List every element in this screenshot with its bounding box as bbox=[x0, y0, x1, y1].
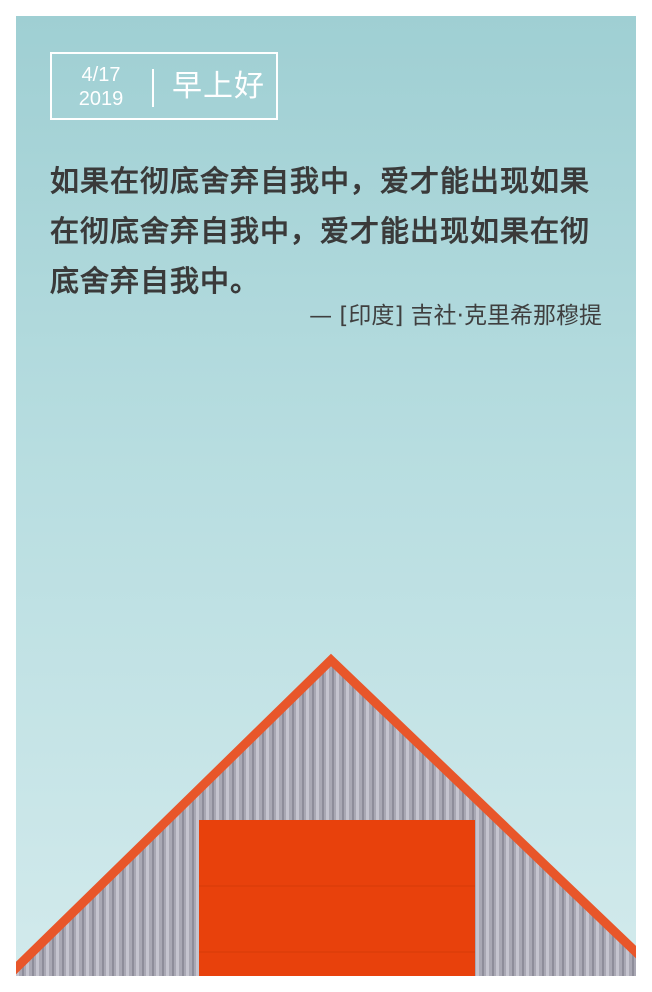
quote-attribution: — [印度] 吉社·克里希那穆提 bbox=[309, 303, 602, 329]
date-badge: 4/17 2019 早上好 bbox=[50, 52, 278, 120]
date-month-day: 4/17 bbox=[81, 64, 121, 86]
roof-illustration bbox=[16, 653, 636, 976]
date-year: 2019 bbox=[78, 88, 124, 110]
quote-card: 4/17 2019 早上好 如果在彻底舍弃自我中，爱才能出现如果在彻底舍弃自我中… bbox=[16, 16, 636, 976]
greeting-text: 早上好 bbox=[172, 69, 265, 104]
date-divider bbox=[152, 69, 154, 107]
orange-door-panel bbox=[199, 820, 475, 976]
quote-text: 如果在彻底舍弃自我中，爱才能出现如果在彻底舍弃自我中，爱才能出现如果在彻底舍弃自… bbox=[50, 164, 591, 298]
date-text: 4/17 2019 bbox=[64, 63, 138, 111]
